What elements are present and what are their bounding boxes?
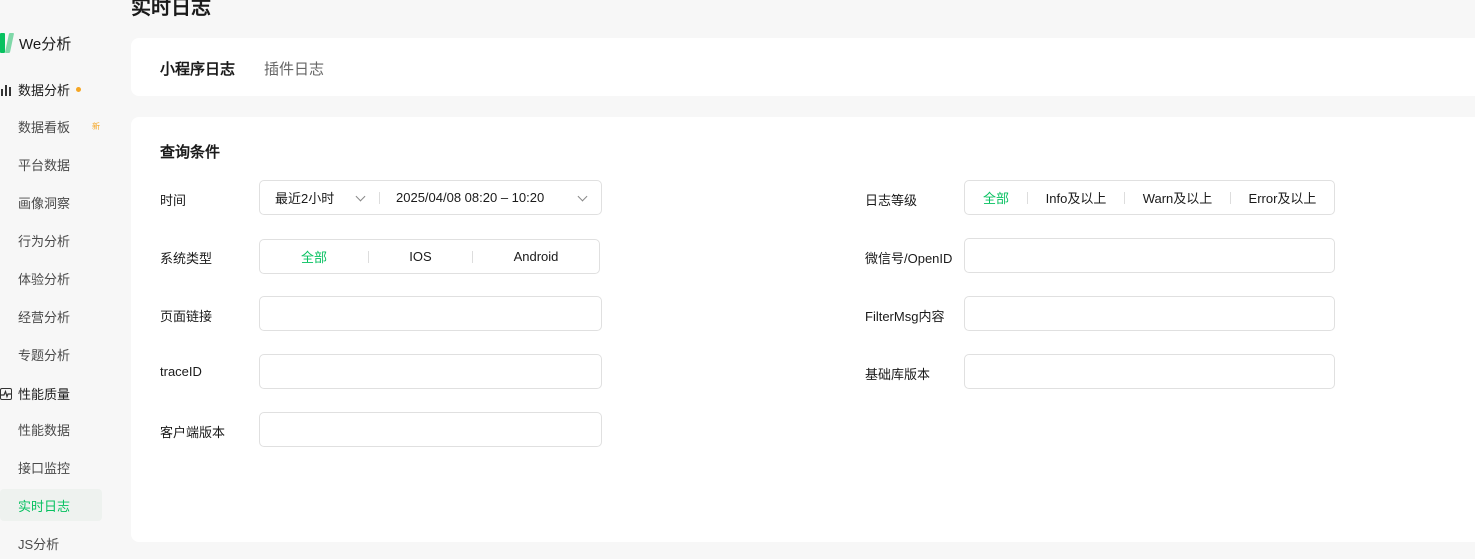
- client-version-input[interactable]: [260, 413, 601, 446]
- lib-version-label: 基础库版本: [865, 367, 931, 382]
- date-range-value: 2025/04/08 08:20 – 10:20: [396, 190, 545, 205]
- new-badge: 新: [92, 122, 100, 131]
- sidebar-item-label: 经营分析: [18, 309, 71, 325]
- query-panel: 查询条件 时间 最近2小时 2025/04/08 08:20 – 10:20 日…: [131, 117, 1475, 542]
- tab-plugin-log[interactable]: 插件日志: [264, 58, 324, 79]
- system-type-segmented: 全部 IOS Android: [259, 239, 600, 274]
- bar-chart-icon: [0, 84, 12, 96]
- trace-id-label: traceID: [160, 364, 202, 379]
- lib-version-input[interactable]: [965, 355, 1334, 388]
- sidebar-item-behavior[interactable]: 行为分析: [0, 224, 102, 256]
- filter-msg-field[interactable]: [964, 296, 1335, 331]
- system-type-label: 系统类型: [160, 251, 213, 266]
- sidebar-item-platform-data[interactable]: 平台数据: [0, 148, 102, 180]
- sidebar-item-realtime-log[interactable]: 实时日志: [0, 489, 102, 521]
- sidebar-item-business[interactable]: 经营分析: [0, 300, 102, 332]
- sidebar-item-label: 数据看板: [18, 119, 71, 135]
- system-type-android[interactable]: Android: [473, 240, 599, 273]
- trace-id-field[interactable]: [259, 354, 602, 389]
- sidebar-item-label: 性能数据: [18, 422, 71, 438]
- page-title: 实时日志: [131, 0, 211, 19]
- trace-id-input[interactable]: [260, 355, 601, 388]
- log-level-error[interactable]: Error及以上: [1231, 181, 1334, 214]
- sidebar-item-label: 平台数据: [18, 157, 71, 173]
- time-label: 时间: [160, 193, 187, 208]
- time-preset-value: 最近2小时: [275, 191, 335, 206]
- wechat-id-input[interactable]: [965, 239, 1334, 272]
- brand[interactable]: We分析: [0, 30, 71, 56]
- wechat-id-field[interactable]: [964, 238, 1335, 273]
- time-preset-select[interactable]: 最近2小时: [275, 181, 334, 214]
- log-level-segmented: 全部 Info及以上 Warn及以上 Error及以上: [964, 180, 1335, 215]
- sidebar-item-experience[interactable]: 体验分析: [0, 262, 102, 294]
- sidebar: We分析 数据分析 数据看板 新 平台数据 画像洞察 行为分析 体验分析 经营分…: [0, 0, 112, 559]
- sidebar-group-performance[interactable]: 性能质量: [0, 384, 70, 403]
- sidebar-item-label: 画像洞察: [18, 195, 71, 211]
- filter-msg-label: FilterMsg内容: [865, 309, 945, 324]
- log-level-info[interactable]: Info及以上: [1028, 181, 1124, 214]
- sidebar-item-api-monitor[interactable]: 接口监控: [0, 451, 102, 483]
- client-version-field[interactable]: [259, 412, 602, 447]
- wechat-id-label: 微信号/OpenID: [865, 251, 953, 266]
- notification-dot: [76, 87, 82, 92]
- time-range-picker: 最近2小时 2025/04/08 08:20 – 10:20: [259, 180, 602, 215]
- chevron-down-icon: [577, 191, 588, 202]
- divider: [379, 192, 380, 204]
- brand-name: We分析: [19, 35, 72, 53]
- system-type-ios[interactable]: IOS: [369, 240, 472, 273]
- log-level-label: 日志等级: [865, 193, 918, 208]
- sidebar-group-label: 数据分析: [18, 83, 71, 98]
- sidebar-item-label: 接口监控: [18, 460, 71, 476]
- date-range-select[interactable]: 2025/04/08 08:20 – 10:20: [396, 181, 544, 214]
- log-level-all[interactable]: 全部: [965, 181, 1027, 214]
- tab-miniprogram-log[interactable]: 小程序日志: [160, 58, 235, 79]
- client-version-label: 客户端版本: [160, 425, 226, 440]
- sidebar-group-label: 性能质量: [18, 387, 71, 402]
- sidebar-item-label: 专题分析: [18, 347, 71, 363]
- page-link-field[interactable]: [259, 296, 602, 331]
- sidebar-item-label: 体验分析: [18, 271, 71, 287]
- sidebar-item-dashboard[interactable]: 数据看板 新: [0, 110, 102, 142]
- filter-msg-input[interactable]: [965, 297, 1334, 330]
- lib-version-field[interactable]: [964, 354, 1335, 389]
- page-link-input[interactable]: [260, 297, 601, 330]
- sidebar-item-perf-data[interactable]: 性能数据: [0, 413, 102, 445]
- sidebar-item-label: 实时日志: [18, 498, 71, 514]
- sidebar-item-portrait[interactable]: 画像洞察: [0, 186, 102, 218]
- system-type-all[interactable]: 全部: [260, 240, 368, 273]
- sidebar-item-topics[interactable]: 专题分析: [0, 338, 102, 370]
- sidebar-item-label: JS分析: [18, 536, 60, 552]
- sidebar-item-label: 行为分析: [18, 233, 71, 249]
- chevron-down-icon: [355, 191, 366, 202]
- sidebar-item-js-analysis[interactable]: JS分析: [0, 527, 102, 559]
- page-link-label: 页面链接: [160, 309, 213, 324]
- brand-logo-icon: [0, 33, 15, 53]
- log-tabs: 小程序日志 插件日志: [131, 38, 1475, 96]
- sidebar-group-data-analysis[interactable]: 数据分析: [0, 80, 82, 99]
- pulse-monitor-icon: [0, 387, 12, 400]
- query-title: 查询条件: [160, 144, 221, 161]
- log-level-warn[interactable]: Warn及以上: [1125, 181, 1230, 214]
